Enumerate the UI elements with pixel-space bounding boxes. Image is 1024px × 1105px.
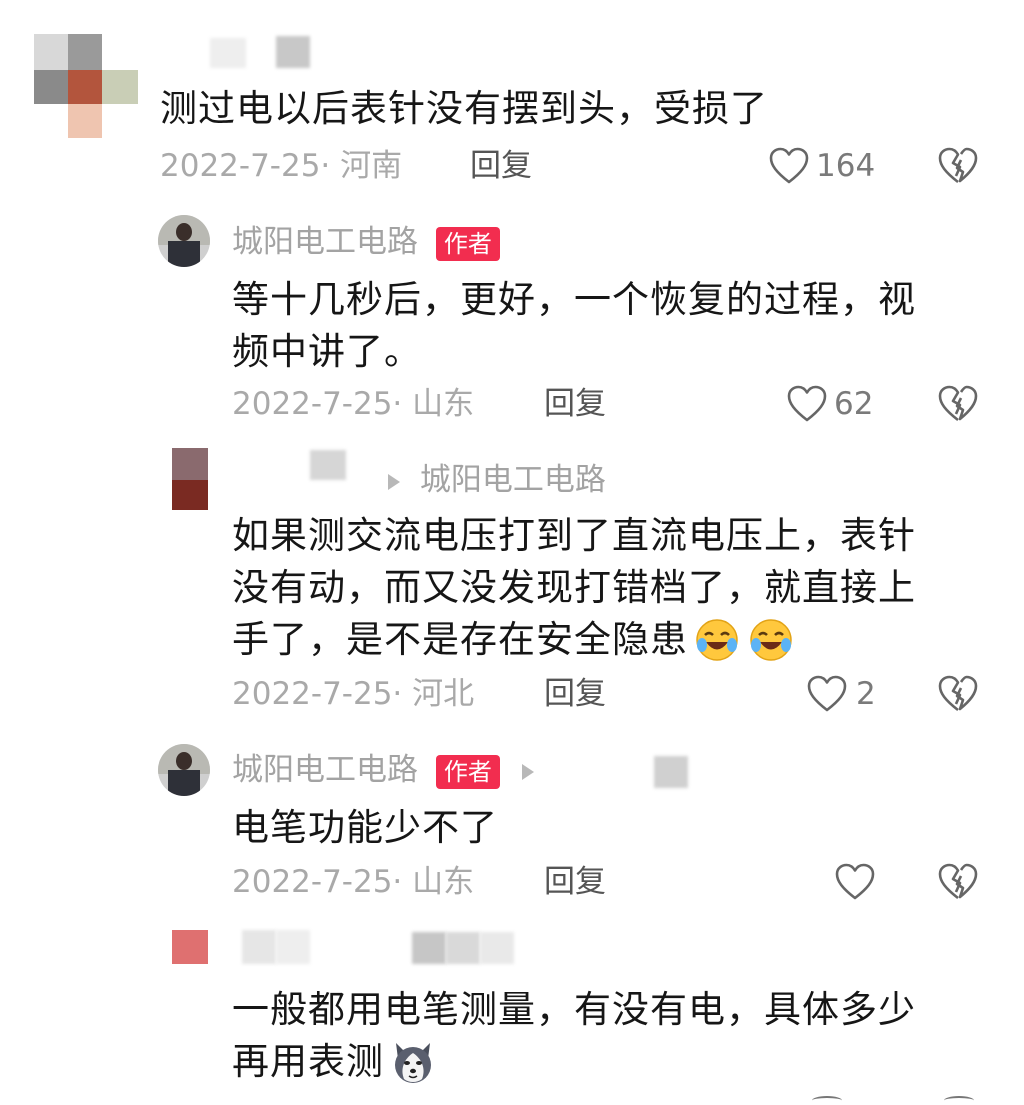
comment-text: 一般都用电笔测量，有没有电，具体多少 xyxy=(232,988,916,1031)
avatar-blurred[interactable] xyxy=(172,930,208,964)
comment-text-line3: 手了，是不是存在安全隐患 xyxy=(232,614,794,666)
comment-text-line2: 再用表测 xyxy=(232,1036,436,1088)
author-avatar[interactable] xyxy=(158,744,210,796)
reply-target-name: 城阳电工电路 xyxy=(419,462,606,498)
author-name-row[interactable]: 城阳电工电路 作者 xyxy=(232,750,534,790)
like-count: 2 xyxy=(856,676,876,712)
username-blurred[interactable] xyxy=(210,38,246,68)
husky-dog-emoji xyxy=(395,1043,431,1083)
username-blurred[interactable] xyxy=(480,932,514,964)
heart-outline-icon xyxy=(807,675,847,712)
dislike-button-partial[interactable] xyxy=(944,1096,974,1105)
username-blurred[interactable] xyxy=(310,450,346,480)
username-blurred[interactable] xyxy=(654,756,688,788)
comment-text: 如果测交流电压打到了直流电压上，表针 xyxy=(232,514,916,557)
broken-heart-icon[interactable] xyxy=(937,674,979,714)
username-blurred[interactable] xyxy=(446,932,480,964)
author-name-row[interactable]: 城阳电工电路 作者 xyxy=(232,222,500,262)
reply-button[interactable]: 回复 xyxy=(544,674,606,714)
author-badge: 作者 xyxy=(435,754,500,789)
broken-heart-icon[interactable] xyxy=(937,146,979,186)
broken-heart-icon[interactable] xyxy=(937,862,979,902)
comment-date-location: 2022-7-25· 河南 xyxy=(160,148,403,184)
heart-outline-icon xyxy=(769,147,809,184)
like-button-partial[interactable] xyxy=(812,1096,842,1105)
avatar-blurred[interactable] xyxy=(34,34,138,138)
username-blurred[interactable] xyxy=(242,930,276,964)
laughing-crying-emoji xyxy=(696,619,738,661)
comment-text: 再用表测 xyxy=(232,1040,384,1083)
like-count: 62 xyxy=(834,386,874,422)
like-button[interactable]: 164 xyxy=(768,144,875,188)
comment-date-location: 2022-7-25· 山东 xyxy=(232,386,475,422)
like-count: 164 xyxy=(816,148,876,184)
broken-heart-icon[interactable] xyxy=(937,384,979,424)
play-triangle-icon xyxy=(521,763,534,780)
comment-date-location: 2022-7-25· 山东 xyxy=(232,864,475,900)
comment-text: 手了，是不是存在安全隐患 xyxy=(232,618,688,661)
username-blurred[interactable] xyxy=(412,932,446,964)
username-blurred[interactable] xyxy=(276,930,310,964)
reply-target-row[interactable]: 城阳电工电路 xyxy=(388,460,606,500)
avatar-blurred[interactable] xyxy=(172,448,208,510)
comment-date-location: 2022-7-25· 河北 xyxy=(232,676,475,712)
like-button[interactable]: 2 xyxy=(806,672,876,716)
reply-button[interactable]: 回复 xyxy=(544,862,606,902)
author-name: 城阳电工电路 xyxy=(232,224,418,260)
author-name: 城阳电工电路 xyxy=(232,752,418,788)
comment-text: 频中讲了。 xyxy=(232,330,422,373)
laughing-crying-emoji xyxy=(750,619,792,661)
like-button[interactable]: 62 xyxy=(786,382,873,426)
heart-outline-icon xyxy=(787,385,827,422)
username-blurred[interactable] xyxy=(276,36,310,68)
comment-text: 测过电以后表针没有摆到头，受损了 xyxy=(160,87,768,130)
comment-text: 等十几秒后，更好，一个恢复的过程，视 xyxy=(232,278,916,321)
comment-text: 没有动，而又没发现打错档了，就直接上 xyxy=(232,566,916,609)
author-avatar[interactable] xyxy=(158,215,210,267)
reply-button[interactable]: 回复 xyxy=(470,146,532,186)
reply-button[interactable]: 回复 xyxy=(544,384,606,424)
heart-outline-icon[interactable] xyxy=(834,862,876,902)
comment-text: 电笔功能少不了 xyxy=(232,806,498,849)
author-badge: 作者 xyxy=(435,226,500,261)
play-triangle-icon xyxy=(388,473,400,490)
